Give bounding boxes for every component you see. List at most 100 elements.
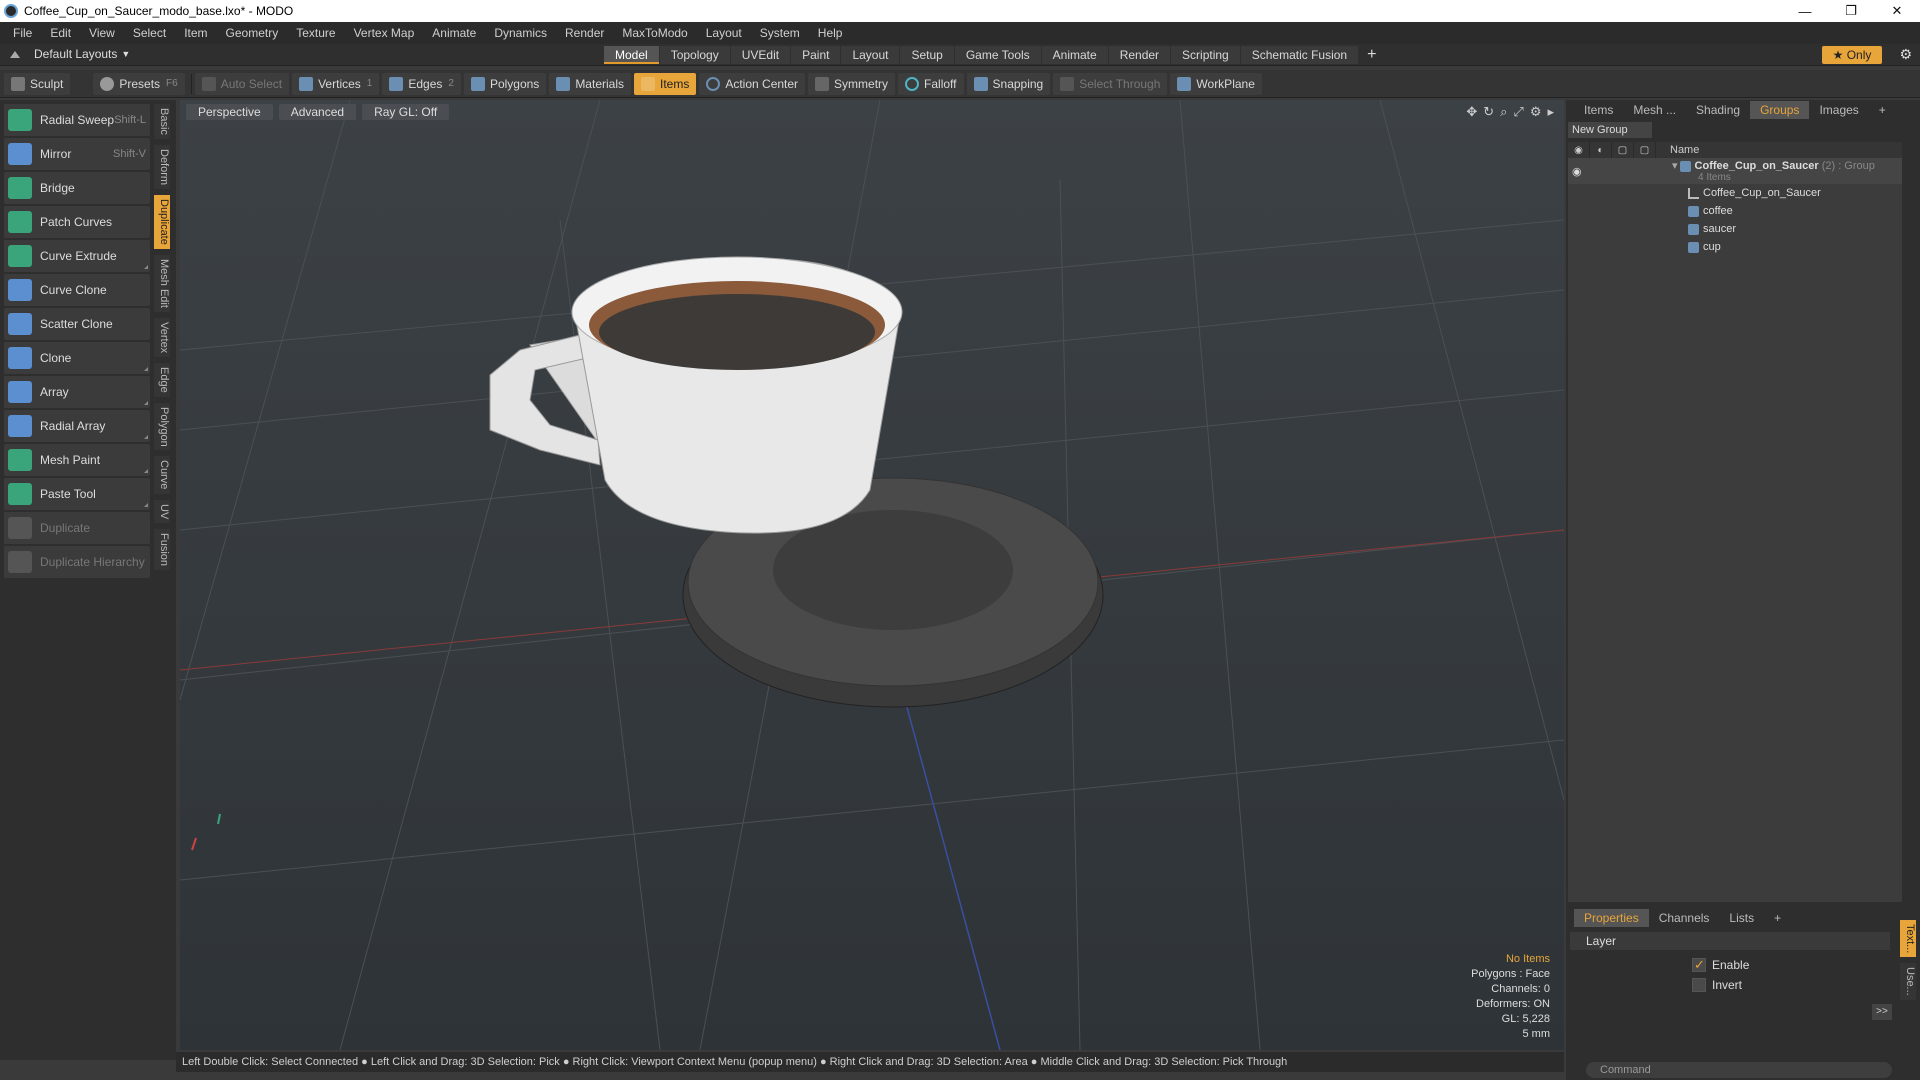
tab-groups[interactable]: Groups — [1750, 101, 1810, 119]
tab-channels[interactable]: Channels — [1649, 909, 1720, 927]
side-tab-edge[interactable]: Edge — [154, 362, 170, 397]
side-tab-text[interactable]: Text... — [1900, 920, 1916, 958]
tab-schematic-fusion[interactable]: Schematic Fusion — [1240, 46, 1359, 64]
polygons-button[interactable]: Polygons — [463, 72, 547, 95]
gear-icon[interactable]: ⚙ — [1899, 46, 1912, 63]
tree-row-item[interactable]: Coffee_Cup_on_Saucer — [1568, 184, 1902, 202]
collapse-icon[interactable] — [10, 50, 20, 58]
side-tab-curve[interactable]: Curve — [154, 456, 170, 494]
select-through-button[interactable]: Select Through — [1053, 72, 1168, 95]
side-tab-basic[interactable]: Basic — [154, 104, 170, 139]
menu-dynamics[interactable]: Dynamics — [485, 22, 556, 44]
tab-setup[interactable]: Setup — [900, 46, 954, 64]
tree-row-item[interactable]: cup — [1568, 238, 1902, 256]
tree-row-item[interactable]: coffee — [1568, 202, 1902, 220]
tab-render[interactable]: Render — [1108, 46, 1171, 64]
expand-icon[interactable]: ▾ — [1672, 160, 1678, 172]
layer-header[interactable]: Layer — [1570, 932, 1890, 950]
advanced-button[interactable]: Advanced — [278, 104, 357, 120]
items-button[interactable]: Items — [634, 72, 697, 95]
menu-edit[interactable]: Edit — [41, 22, 80, 44]
vertices-button[interactable]: Vertices 1 — [292, 72, 380, 95]
tree-row-group[interactable]: ◉ ▾ Coffee_Cup_on_Saucer (2) : Group 4 It… — [1568, 158, 1902, 184]
maximize-button[interactable]: ❐ — [1828, 0, 1874, 22]
menu-help[interactable]: Help — [809, 22, 852, 44]
lock-icon[interactable]: ▢ — [1612, 142, 1634, 158]
invert-checkbox[interactable] — [1692, 978, 1706, 992]
auto-select-button[interactable]: Auto Select — [194, 72, 290, 95]
only-button[interactable]: ★ Only — [1822, 46, 1882, 64]
menu-file[interactable]: File — [4, 22, 41, 44]
tab-paint[interactable]: Paint — [791, 46, 841, 64]
tab-items[interactable]: Items — [1574, 101, 1623, 119]
perspective-button[interactable]: Perspective — [186, 104, 273, 120]
menu-vertex-map[interactable]: Vertex Map — [345, 22, 424, 44]
zoom-icon[interactable]: ⌕ — [1500, 104, 1507, 120]
viewport-settings-icon[interactable]: ⚙ — [1530, 104, 1542, 120]
symmetry-button[interactable]: Symmetry — [808, 72, 896, 95]
tree-row-item[interactable]: saucer — [1568, 220, 1902, 238]
tab-layout[interactable]: Layout — [841, 46, 900, 64]
viewport-menu-icon[interactable]: ▸ — [1547, 104, 1554, 120]
tab-scripting[interactable]: Scripting — [1171, 46, 1240, 64]
tab-images[interactable]: Images — [1809, 101, 1868, 119]
menu-layout[interactable]: Layout — [697, 22, 751, 44]
clone-tool[interactable]: Clone — [4, 342, 150, 374]
menu-view[interactable]: View — [80, 22, 124, 44]
snapping-button[interactable]: Snapping — [966, 72, 1051, 95]
array-tool[interactable]: Array — [4, 376, 150, 408]
eye-icon[interactable]: ◉ — [1572, 165, 1582, 178]
tab-mesh[interactable]: Mesh ... — [1623, 101, 1686, 119]
add-tab-button[interactable]: + — [1367, 46, 1376, 64]
curve-clone-tool[interactable]: Curve Clone — [4, 274, 150, 306]
ray-gl-button[interactable]: Ray GL: Off — [362, 104, 450, 120]
mirror-tool[interactable]: Mirror Shift-V — [4, 138, 150, 170]
tab-shading[interactable]: Shading — [1686, 101, 1750, 119]
materials-button[interactable]: Materials — [549, 72, 631, 95]
side-tab-vertex[interactable]: Vertex — [154, 317, 170, 357]
action-center-button[interactable]: Action Center — [699, 72, 806, 95]
3d-viewport[interactable]: Perspective Advanced Ray GL: Off ✥ ↻ ⌕ ⤢… — [180, 100, 1564, 1050]
patch-curves-tool[interactable]: Patch Curves — [4, 206, 150, 238]
falloff-button[interactable]: Falloff — [898, 72, 964, 95]
fit-view-icon[interactable]: ⤢ — [1513, 104, 1523, 120]
expand-more-button[interactable]: >> — [1872, 1004, 1892, 1020]
curve-extrude-tool[interactable]: Curve Extrude — [4, 240, 150, 272]
side-tab-uv[interactable]: UV — [154, 499, 170, 524]
menu-maxtomodo[interactable]: MaxToModo — [613, 22, 696, 44]
enable-checkbox[interactable] — [1692, 957, 1706, 973]
command-input[interactable]: Command — [1586, 1062, 1892, 1078]
menu-item[interactable]: Item — [175, 22, 216, 44]
add-props-tab-button[interactable]: + — [1764, 909, 1791, 927]
paste-tool[interactable]: Paste Tool — [4, 478, 150, 510]
menu-render[interactable]: Render — [556, 22, 613, 44]
mesh-paint-tool[interactable]: Mesh Paint — [4, 444, 150, 476]
presets-button[interactable]: Presets F6 — [93, 72, 185, 95]
eye-icon[interactable]: ◉ — [1568, 142, 1590, 158]
side-tab-duplicate[interactable]: Duplicate — [154, 194, 170, 249]
duplicate-hierarchy-tool[interactable]: Duplicate Hierarchy — [4, 546, 150, 578]
duplicate-tool[interactable]: Duplicate — [4, 512, 150, 544]
minimize-button[interactable]: — — [1782, 0, 1828, 22]
close-button[interactable]: ✕ — [1874, 0, 1920, 22]
tab-game-tools[interactable]: Game Tools — [954, 46, 1041, 64]
tab-animate[interactable]: Animate — [1041, 46, 1108, 64]
scatter-clone-tool[interactable]: Scatter Clone — [4, 308, 150, 340]
menu-geometry[interactable]: Geometry — [217, 22, 288, 44]
workplane-button[interactable]: WorkPlane — [1170, 72, 1262, 95]
radial-sweep-tool[interactable]: Radial Sweep Shift-L — [4, 104, 150, 136]
tab-lists[interactable]: Lists — [1719, 909, 1764, 927]
new-group-button[interactable]: New Group — [1568, 122, 1652, 138]
render-icon[interactable]: ◐ — [1590, 142, 1612, 158]
side-tab-polygon[interactable]: Polygon — [154, 402, 170, 451]
menu-animate[interactable]: Animate — [423, 22, 485, 44]
sculpt-button[interactable]: Sculpt — [4, 72, 71, 95]
side-tab-mesh-edit[interactable]: Mesh Edit — [154, 254, 170, 312]
layout-selector[interactable]: Default Layouts ▼ — [10, 47, 130, 61]
tab-model[interactable]: Model — [604, 46, 659, 64]
side-tab-fusion[interactable]: Fusion — [154, 529, 170, 571]
move-view-icon[interactable]: ✥ — [1466, 104, 1477, 120]
side-tab-use[interactable]: Use... — [1900, 963, 1916, 1001]
menu-texture[interactable]: Texture — [287, 22, 344, 44]
edges-button[interactable]: Edges 2 — [382, 72, 461, 95]
